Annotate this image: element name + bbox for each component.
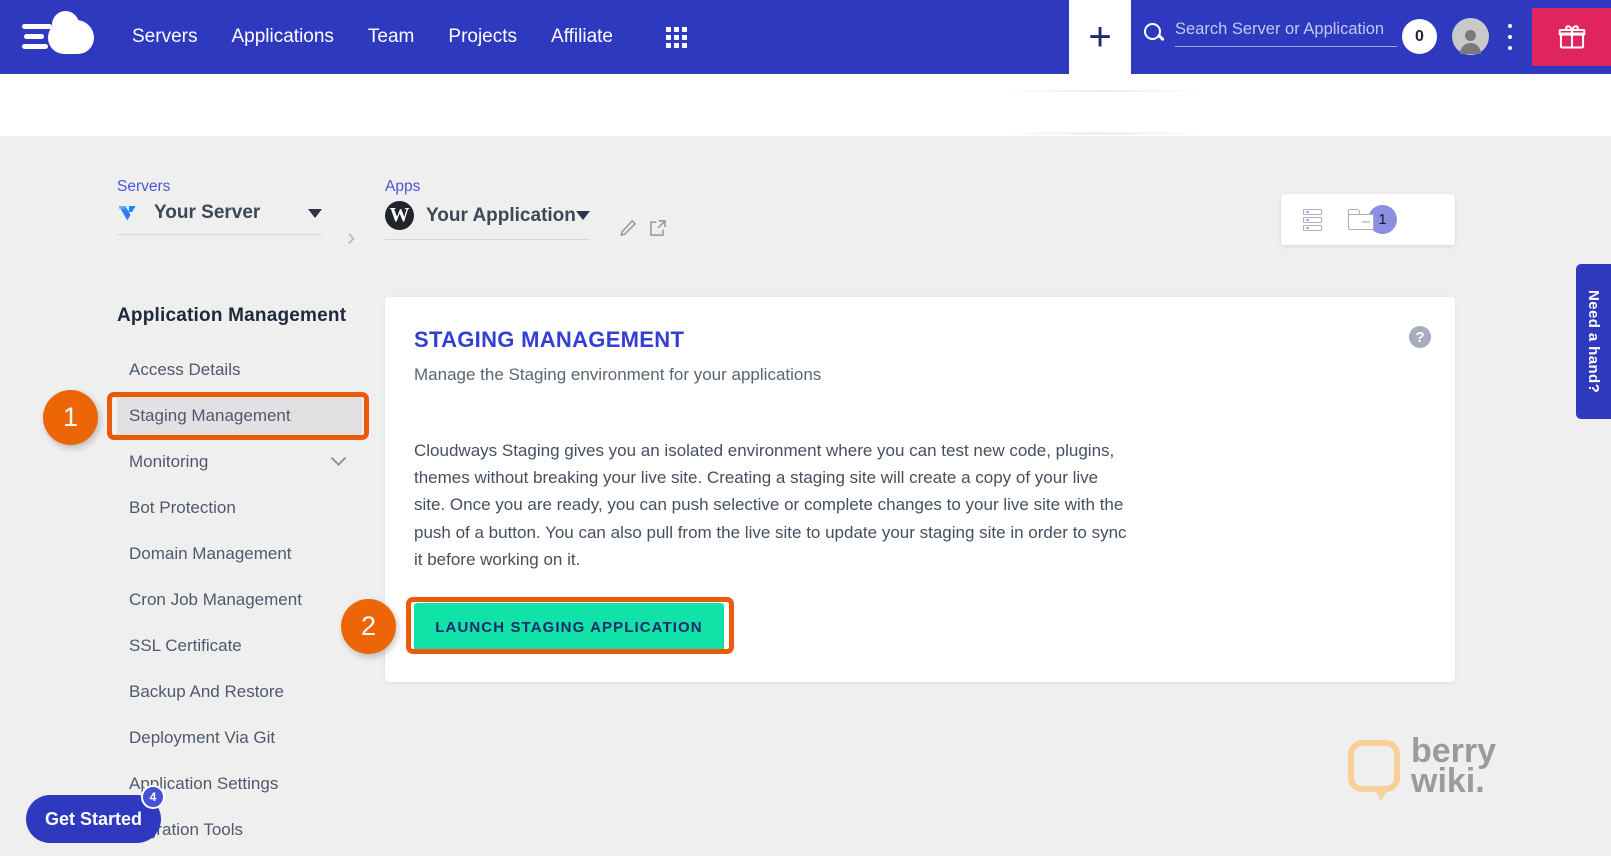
- sidebar-item-label: Backup And Restore: [129, 682, 284, 701]
- sidebar-item-domain-management[interactable]: Domain Management: [117, 531, 362, 577]
- page-title: STAGING MANAGEMENT: [414, 327, 685, 352]
- wordpress-icon: W: [385, 201, 414, 230]
- step-badge-2: 2: [341, 599, 396, 654]
- sidebar-item-label: SSL Certificate: [129, 636, 242, 655]
- get-started-button[interactable]: Get Started 4: [26, 785, 165, 843]
- step-badge-1: 1: [43, 390, 98, 445]
- application-management-sidebar: Application Management Access Details St…: [117, 305, 362, 853]
- environment-switcher-card: 1: [1281, 194, 1455, 245]
- add-new-button[interactable]: +: [1069, 0, 1131, 74]
- search-area: [1143, 18, 1397, 47]
- sidebar-title: Application Management: [117, 305, 347, 326]
- sidebar-item-label: Access Details: [129, 360, 241, 379]
- secondary-white-strip: [0, 74, 1611, 136]
- sidebar-item-staging-management[interactable]: Staging Management: [117, 393, 362, 439]
- berrywiki-watermark: berry wiki.: [1348, 734, 1496, 801]
- plus-icon: +: [1088, 15, 1112, 59]
- get-started-count-badge: 4: [141, 785, 165, 809]
- nav-item-projects[interactable]: Projects: [431, 0, 534, 74]
- chevron-down-icon[interactable]: [308, 208, 322, 218]
- speech-bubble-icon: [1348, 740, 1400, 801]
- cloudways-staging-page: Servers Applications Team Projects Affil…: [0, 0, 1611, 856]
- vultr-icon: [119, 206, 136, 221]
- sidebar-item-backup-and-restore[interactable]: Backup And Restore: [117, 669, 362, 715]
- page-subtitle: Manage the Staging environment for your …: [414, 365, 822, 384]
- chevron-down-icon[interactable]: [330, 449, 347, 466]
- server-stack-icon[interactable]: [1303, 208, 1322, 231]
- notification-count-badge[interactable]: 0: [1402, 19, 1437, 54]
- folder-icon: [1348, 209, 1374, 230]
- staging-management-card: ? STAGING MANAGEMENT Manage the Staging …: [385, 297, 1455, 682]
- sidebar-item-cron-job-management[interactable]: Cron Job Management: [117, 577, 362, 623]
- pencil-icon[interactable]: [618, 218, 638, 238]
- strip-divider-1: [1003, 90, 1203, 92]
- nav-item-servers[interactable]: Servers: [115, 0, 214, 74]
- server-selector-label: Servers: [117, 178, 171, 195]
- breadcrumb-separator: ›: [347, 223, 356, 251]
- strip-divider-2: [1000, 132, 1205, 135]
- get-started-label: Get Started: [44, 808, 143, 829]
- nav-item-applications[interactable]: Applications: [214, 0, 350, 74]
- more-vertical-icon[interactable]: [1503, 24, 1517, 50]
- nav-item-team[interactable]: Team: [351, 0, 431, 74]
- server-name: Your Server: [154, 202, 261, 223]
- need-a-hand-label: Need a hand?: [1585, 289, 1602, 394]
- sidebar-item-access-details[interactable]: Access Details: [117, 347, 362, 393]
- apps-grid-icon[interactable]: [666, 26, 687, 48]
- application-folder-group[interactable]: 1: [1348, 205, 1397, 234]
- sidebar-item-label: Deployment Via Git: [129, 728, 276, 747]
- application-name: Your Application: [426, 204, 576, 226]
- sidebar-item-label: Bot Protection: [129, 498, 236, 517]
- chevron-down-icon[interactable]: [576, 211, 590, 220]
- sidebar-item-deployment-via-git[interactable]: Deployment Via Git: [117, 715, 362, 761]
- gift-icon-button[interactable]: [1532, 8, 1611, 66]
- question-mark-icon[interactable]: ?: [1409, 326, 1431, 348]
- card-description: Cloudways Staging gives you an isolated …: [414, 441, 1127, 569]
- person-icon: [1460, 30, 1481, 54]
- user-avatar[interactable]: [1452, 18, 1489, 55]
- sidebar-item-label: Domain Management: [129, 544, 292, 563]
- gift-icon: [1558, 25, 1585, 49]
- sidebar-item-label: Cron Job Management: [129, 590, 302, 609]
- external-link-icon[interactable]: [648, 218, 668, 238]
- app-selector-label: Apps: [385, 178, 421, 195]
- watermark-line-2: wiki.: [1411, 762, 1485, 800]
- search-icon: [1143, 22, 1165, 44]
- need-a-hand-tab[interactable]: Need a hand?: [1576, 264, 1611, 419]
- server-selector[interactable]: Servers Your Server: [117, 178, 322, 235]
- sidebar-item-monitoring[interactable]: Monitoring: [117, 439, 362, 485]
- primary-nav-links: Servers Applications Team Projects Affil…: [115, 0, 687, 74]
- sidebar-item-bot-protection[interactable]: Bot Protection: [117, 485, 362, 531]
- top-navigation-bar: Servers Applications Team Projects Affil…: [0, 0, 1611, 74]
- sidebar-item-ssl-certificate[interactable]: SSL Certificate: [117, 623, 362, 669]
- launch-staging-application-button[interactable]: LAUNCH STAGING APPLICATION: [414, 603, 724, 651]
- search-input[interactable]: [1175, 18, 1397, 47]
- cloudways-logo[interactable]: [0, 0, 115, 74]
- sidebar-item-label: Monitoring: [129, 452, 209, 471]
- nav-item-affiliate[interactable]: Affiliate: [534, 0, 630, 74]
- sidebar-item-label: Staging Management: [129, 406, 291, 425]
- application-selector[interactable]: Apps W Your Application: [385, 178, 590, 240]
